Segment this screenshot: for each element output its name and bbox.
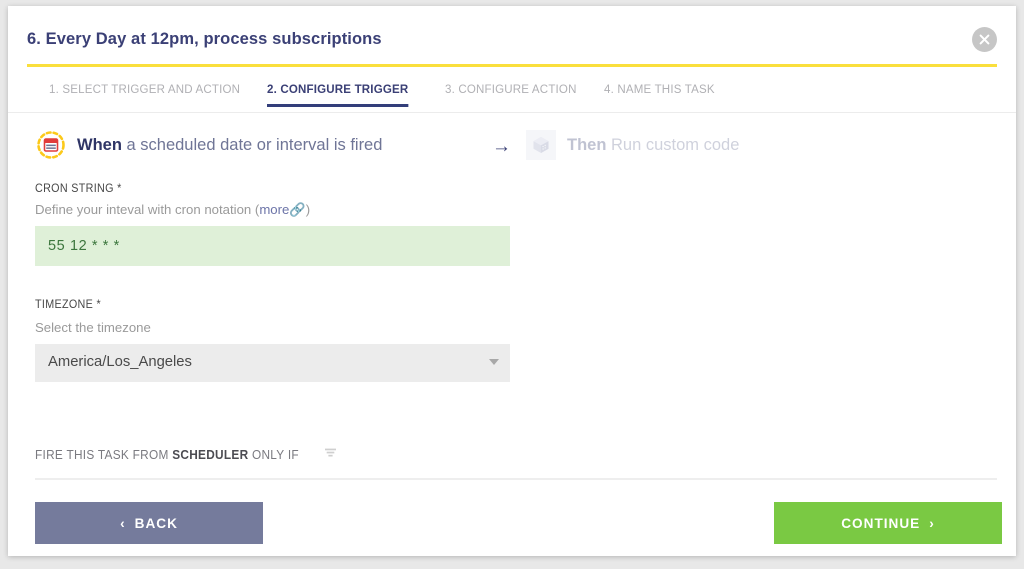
cron-hint-suffix: ) <box>305 202 311 217</box>
back-button-label: BACK <box>134 515 178 531</box>
timezone-hint: Select the timezone <box>35 320 151 335</box>
title-divider <box>27 64 997 67</box>
cron-string-input[interactable] <box>35 226 510 266</box>
wizard-steps: 1. SELECT TRIGGER AND ACTION 2. CONFIGUR… <box>27 82 997 112</box>
tab-name-this-task[interactable]: 4. NAME THIS TASK <box>604 82 715 107</box>
cron-more-link[interactable]: more <box>259 202 289 217</box>
close-icon[interactable] <box>972 27 997 52</box>
arrow-right-icon: → <box>492 136 511 157</box>
action-summary-text: Then Run custom code <box>567 136 739 155</box>
chevron-right-icon: › <box>929 515 935 531</box>
timezone-label: TIMEZONE * <box>35 298 101 311</box>
continue-button[interactable]: CONTINUE › <box>774 502 1002 544</box>
cron-hint-prefix: Define your inteval with cron notation ( <box>35 202 260 217</box>
trigger-summary[interactable]: When a scheduled date or interval is fir… <box>36 130 382 160</box>
back-button[interactable]: ‹ BACK <box>35 502 263 544</box>
fire-source: SCHEDULER <box>172 448 249 462</box>
tab-select-trigger-and-action[interactable]: 1. SELECT TRIGGER AND ACTION <box>49 82 240 107</box>
cube-code-icon <box>526 130 556 160</box>
filter-funnel-icon[interactable] <box>324 446 337 464</box>
chevron-down-icon <box>489 359 499 365</box>
fire-conditions-row[interactable]: FIRE THIS TASK FROM SCHEDULER ONLY IF <box>35 446 337 464</box>
trigger-action-summary: When a scheduled date or interval is fir… <box>36 130 996 164</box>
trigger-keyword: When <box>77 135 122 154</box>
fire-prefix: FIRE THIS TASK FROM <box>35 448 173 462</box>
fire-conditions-text: FIRE THIS TASK FROM SCHEDULER ONLY IF <box>35 448 299 462</box>
timezone-select[interactable]: America/Los_Angeles <box>35 344 510 382</box>
task-configuration-modal: 6. Every Day at 12pm, process subscripti… <box>8 6 1016 556</box>
tabs-divider <box>8 112 1016 113</box>
action-summary[interactable]: Then Run custom code <box>526 130 739 160</box>
trigger-summary-text: When a scheduled date or interval is fir… <box>77 136 382 155</box>
tab-configure-action[interactable]: 3. CONFIGURE ACTION <box>445 82 577 107</box>
continue-button-label: CONTINUE <box>841 515 921 531</box>
trigger-description: a scheduled date or interval is fired <box>126 135 383 154</box>
external-link-icon: 🔗 <box>289 202 306 217</box>
fire-suffix: ONLY IF <box>248 448 299 462</box>
timezone-selected-value: America/Los_Angeles <box>48 354 192 370</box>
calendar-scheduler-icon <box>36 130 66 160</box>
cron-string-label: CRON STRING * <box>35 182 122 195</box>
cron-string-hint: Define your inteval with cron notation (… <box>35 202 310 218</box>
action-keyword: Then <box>567 135 607 154</box>
tab-configure-trigger[interactable]: 2. CONFIGURE TRIGGER <box>267 82 409 107</box>
page-title: 6. Every Day at 12pm, process subscripti… <box>27 30 382 48</box>
chevron-left-icon: ‹ <box>120 515 126 531</box>
footer-divider <box>35 478 997 480</box>
action-description: Run custom code <box>611 135 740 154</box>
